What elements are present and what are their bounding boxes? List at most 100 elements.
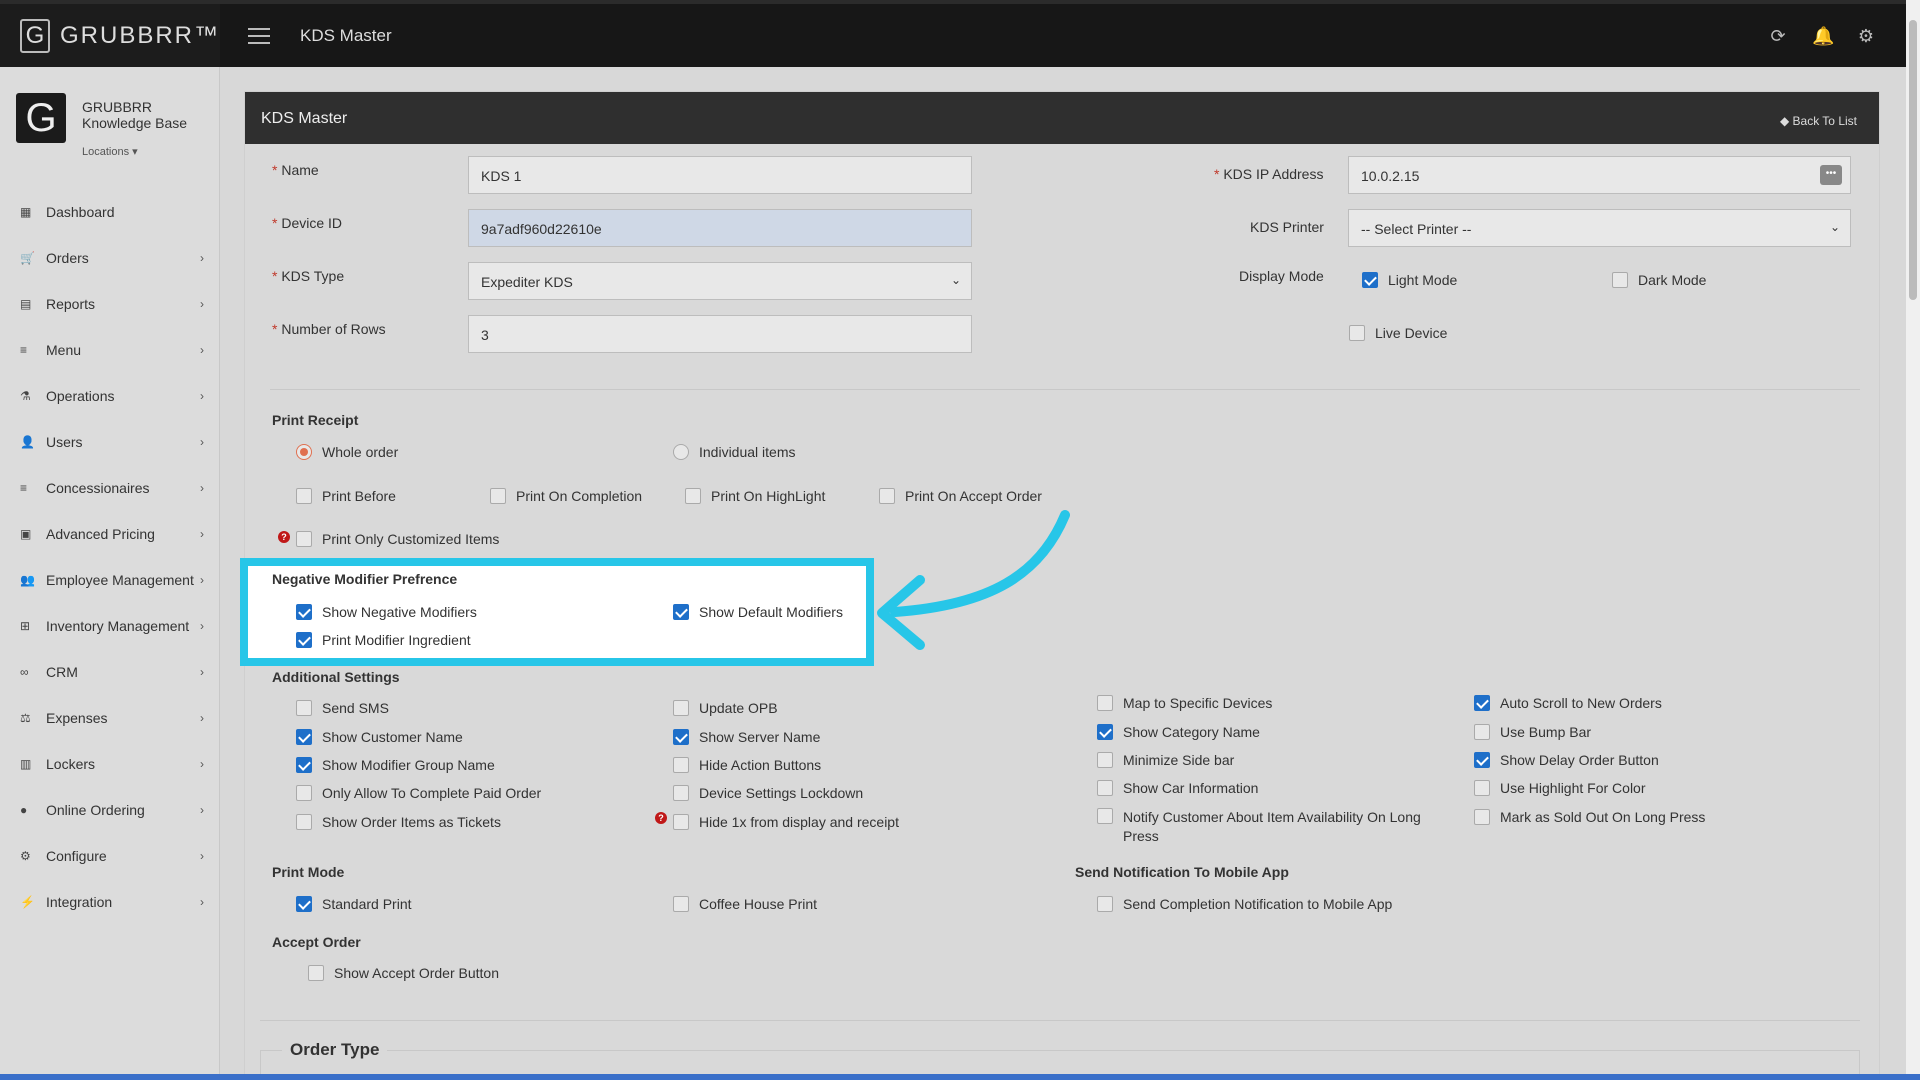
sidebar-item-operations[interactable]: ⚗ Operations › [0, 373, 220, 419]
device-id-input[interactable]: 9a7adf960d22610e [468, 209, 972, 247]
sidebar-item-reports[interactable]: ▤ Reports › [0, 281, 220, 327]
individual-items-radio[interactable]: Individual items [673, 444, 796, 460]
bell-icon[interactable]: 🔔 [1812, 26, 1834, 46]
sidebar-item-crm[interactable]: ∞ CRM › [0, 649, 220, 695]
link-icon: ∞ [20, 665, 29, 679]
print-only-customized-checkbox[interactable]: Print Only Customized Items [296, 531, 499, 547]
gear-icon: ⚙ [20, 849, 31, 863]
sidebar-item-users[interactable]: 👤 Users › [0, 419, 220, 465]
whole-order-radio[interactable]: Whole order [296, 444, 398, 460]
chevron-right-icon: › [200, 757, 204, 771]
kds-type-select[interactable]: Expediter KDS ⌄ [468, 262, 972, 300]
sidebar-item-configure[interactable]: ⚙ Configure › [0, 833, 220, 879]
show-server-name-checkbox[interactable]: Show Server Name [673, 729, 820, 745]
show-delay-order-checkbox[interactable]: Show Delay Order Button [1474, 752, 1659, 768]
show-default-modifiers-checkbox[interactable]: Show Default Modifiers [673, 604, 843, 620]
chevron-right-icon: › [200, 619, 204, 633]
dashboard-icon: ▦ [20, 205, 32, 219]
help-icon[interactable]: ? [278, 531, 290, 543]
gear-icon[interactable]: ⚙ [1856, 26, 1876, 46]
brand-name: GRUBBRR™ [59, 21, 220, 49]
org-logo: G [16, 93, 66, 143]
update-opb-checkbox[interactable]: Update OPB [673, 700, 778, 716]
show-car-information-checkbox[interactable]: Show Car Information [1097, 780, 1258, 796]
map-specific-devices-checkbox[interactable]: Map to Specific Devices [1097, 695, 1272, 711]
logo-icon: G [20, 18, 50, 53]
live-device-checkbox[interactable]: Live Device [1349, 325, 1447, 341]
sidebar-item-integration[interactable]: ⚡ Integration › [0, 879, 220, 925]
money-icon: ▣ [20, 527, 32, 541]
coffee-house-print-checkbox[interactable]: Coffee House Print [673, 896, 817, 912]
kds-type-label: * KDS Type [272, 268, 345, 284]
only-complete-paid-checkbox[interactable]: Only Allow To Complete Paid Order [296, 785, 541, 801]
print-on-accept-checkbox[interactable]: Print On Accept Order [879, 488, 1042, 504]
rows-input[interactable]: 3 [468, 315, 972, 353]
show-category-name-checkbox[interactable]: Show Category Name [1097, 724, 1260, 740]
show-accept-order-checkbox[interactable]: Show Accept Order Button [308, 965, 499, 981]
sidebar-item-employee-management[interactable]: 👥 Employee Management › [0, 557, 220, 603]
device-settings-lockdown-checkbox[interactable]: Device Settings Lockdown [673, 785, 863, 801]
print-modifier-ingredient-checkbox[interactable]: Print Modifier Ingredient [296, 632, 471, 648]
sidebar-item-online-ordering[interactable]: ● Online Ordering › [0, 787, 220, 833]
print-receipt-title: Print Receipt [272, 412, 359, 428]
sidebar-item-orders[interactable]: 🛒 Orders › [0, 235, 220, 281]
notify-customer-availability-checkbox[interactable]: Notify Customer About Item Availability … [1097, 808, 1427, 846]
light-mode-checkbox[interactable]: Light Mode [1362, 272, 1457, 288]
back-to-list-link[interactable]: ◆ Back To List [1780, 114, 1857, 128]
order-type-title: Order Type [282, 1040, 388, 1060]
show-items-as-tickets-checkbox[interactable]: Show Order Items as Tickets [296, 814, 501, 830]
brand[interactable]: G GRUBBRR™ [0, 4, 220, 67]
print-before-checkbox[interactable]: Print Before [296, 488, 396, 504]
sidebar-item-inventory-management[interactable]: ⊞ Inventory Management › [0, 603, 220, 649]
chevron-right-icon: › [200, 389, 204, 403]
minimize-side-bar-checkbox[interactable]: Minimize Side bar [1097, 752, 1234, 768]
sidebar-item-expenses[interactable]: ⚖ Expenses › [0, 695, 220, 741]
use-bump-bar-checkbox[interactable]: Use Bump Bar [1474, 724, 1591, 740]
chevron-down-icon: ⌄ [950, 273, 961, 287]
print-on-highlight-checkbox[interactable]: Print On HighLight [685, 488, 825, 504]
hide-action-buttons-checkbox[interactable]: Hide Action Buttons [673, 757, 821, 773]
kds-ip-input[interactable]: 10.0.2.15 ••• [1348, 156, 1851, 194]
scrollbar-thumb[interactable] [1909, 20, 1917, 300]
chevron-right-icon: › [200, 527, 204, 541]
list-icon: ≡ [20, 481, 28, 495]
name-input[interactable]: KDS 1 [468, 156, 972, 194]
send-sms-checkbox[interactable]: Send SMS [296, 700, 389, 716]
mark-sold-out-checkbox[interactable]: Mark as Sold Out On Long Press [1474, 809, 1705, 825]
dark-mode-checkbox[interactable]: Dark Mode [1612, 272, 1706, 288]
auto-scroll-checkbox[interactable]: Auto Scroll to New Orders [1474, 695, 1662, 711]
refresh-icon[interactable]: ⟳ [1768, 26, 1788, 46]
print-mode-title: Print Mode [272, 864, 345, 880]
sidebar-item-lockers[interactable]: ▥ Lockers › [0, 741, 220, 787]
globe-icon: ● [20, 803, 28, 817]
sidebar-item-menu[interactable]: ≡ Menu › [0, 327, 220, 373]
show-customer-name-checkbox[interactable]: Show Customer Name [296, 729, 463, 745]
kds-printer-select[interactable]: -- Select Printer -- ⌄ [1348, 209, 1851, 247]
sidebar-item-dashboard[interactable]: ▦ Dashboard [0, 189, 220, 235]
hide-1x-checkbox[interactable]: Hide 1x from display and receipt [673, 814, 899, 830]
flask-icon: ⚗ [20, 389, 31, 403]
hamburger-menu-icon[interactable] [248, 28, 270, 49]
scrollbar[interactable] [1906, 0, 1920, 1080]
group-icon: 👥 [20, 573, 35, 587]
kds-ip-label: * KDS IP Address [1214, 166, 1324, 182]
standard-print-checkbox[interactable]: Standard Print [296, 896, 412, 912]
use-highlight-color-checkbox[interactable]: Use Highlight For Color [1474, 780, 1646, 796]
notification-title: Send Notification To Mobile App [1075, 864, 1289, 880]
send-completion-notification-checkbox[interactable]: Send Completion Notification to Mobile A… [1097, 896, 1392, 912]
show-negative-modifiers-checkbox[interactable]: Show Negative Modifiers [296, 604, 477, 620]
locations-dropdown[interactable]: Locations ▾ [82, 145, 138, 158]
print-on-completion-checkbox[interactable]: Print On Completion [490, 488, 642, 504]
chevron-right-icon: › [200, 849, 204, 863]
more-icon[interactable]: ••• [1820, 165, 1842, 185]
report-icon: ▤ [20, 297, 32, 311]
help-icon[interactable]: ? [655, 812, 667, 824]
sidebar-item-concessionaires[interactable]: ≡ Concessionaires › [0, 465, 220, 511]
chevron-right-icon: › [200, 343, 204, 357]
sidebar-item-advanced-pricing[interactable]: ▣ Advanced Pricing › [0, 511, 220, 557]
chevron-right-icon: › [200, 251, 204, 265]
rows-label: * Number of Rows [272, 321, 386, 337]
menu-icon: ≡ [20, 343, 28, 357]
accept-order-title: Accept Order [272, 934, 361, 950]
show-modifier-group-name-checkbox[interactable]: Show Modifier Group Name [296, 757, 495, 773]
